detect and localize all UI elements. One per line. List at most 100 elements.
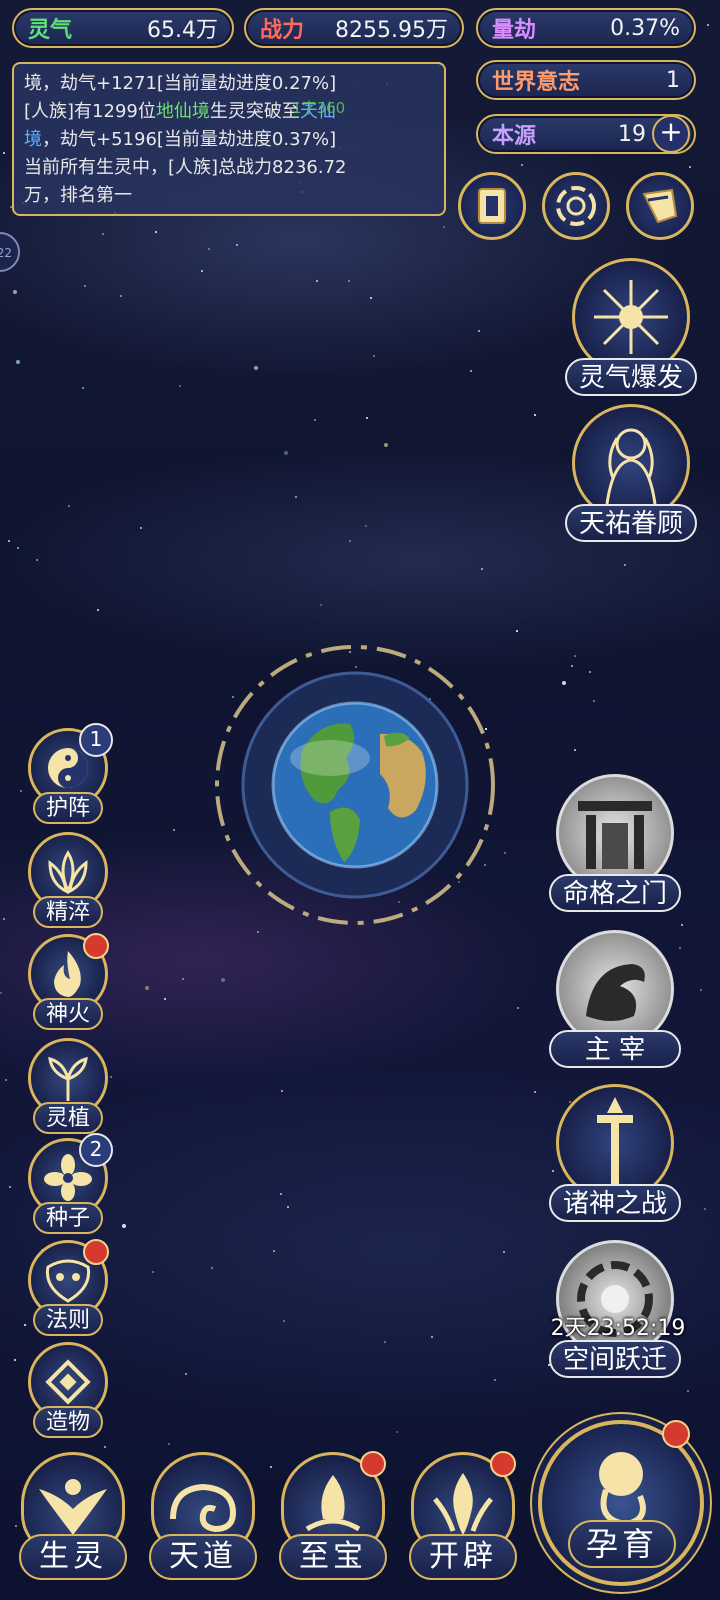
zhuzai-label: 主 宰 — [549, 1030, 681, 1068]
kongjian-yueqian-button[interactable]: 空间跃迁 — [540, 1240, 690, 1378]
log-text: 当前所有生灵中，[人族]总战力8236.72 — [24, 157, 347, 178]
log-text: [人族]有1299位 — [24, 101, 156, 122]
star — [3, 918, 5, 920]
benyuan-value: 19 — [618, 121, 646, 147]
star — [152, 1271, 154, 1273]
lingzhi-label: 灵植 — [33, 1102, 103, 1134]
log-line: 境，劫气+5196[当前量劫进度0.37%] — [24, 126, 434, 154]
mingge-zhimen-label: 命格之门 — [549, 874, 681, 912]
nav-tiandao[interactable]: 天道 — [144, 1452, 262, 1592]
star — [373, 355, 375, 357]
log-text: ，劫气+5196[当前量劫进度0.37%] — [42, 129, 337, 150]
tianyou-juangu-button[interactable]: 天祐眷顾 — [556, 404, 706, 542]
star — [704, 1208, 706, 1210]
star — [270, 1466, 272, 1468]
star — [273, 1250, 275, 1252]
log-text: 万，排名第一 — [24, 185, 132, 206]
star — [574, 749, 576, 751]
log-line: 万，排名第一 — [24, 182, 434, 210]
star — [97, 609, 99, 611]
star — [17, 547, 19, 549]
star — [8, 540, 10, 542]
count-badge: 2 — [79, 1133, 113, 1167]
star — [624, 564, 626, 566]
nav-kaipi[interactable]: 开辟 — [404, 1451, 522, 1592]
nav-kaipi-label: 开辟 — [409, 1534, 517, 1580]
star — [349, 540, 351, 542]
zhushen-zhizhan-button[interactable]: 诸神之战 — [540, 1084, 690, 1222]
star — [534, 414, 536, 416]
vortex-icon[interactable] — [542, 172, 610, 240]
faze-button[interactable]: 法则 — [22, 1239, 114, 1336]
star — [384, 1341, 386, 1343]
earth-planet[interactable] — [210, 640, 500, 930]
jingcui-button[interactable]: 精淬 — [22, 832, 114, 928]
side-tab[interactable]: 22 — [0, 232, 20, 272]
star — [562, 681, 566, 685]
star — [504, 852, 506, 854]
yunyu-button[interactable]: 孕育 — [538, 1420, 704, 1586]
star — [236, 244, 238, 246]
scroll-icon[interactable] — [626, 172, 694, 240]
embryo-icon — [599, 1452, 646, 1528]
lingqi-label: 灵气 — [28, 18, 73, 43]
mingge-zhimen-button[interactable]: 命格之门 — [540, 774, 690, 912]
star — [593, 700, 595, 702]
star — [396, 1431, 398, 1433]
star — [5, 1079, 7, 1081]
card-icon[interactable] — [458, 172, 526, 240]
huzhen-button[interactable]: 1 护阵 — [22, 723, 114, 824]
tianyou-juangu-label: 天祐眷顾 — [565, 504, 697, 542]
star — [589, 671, 591, 673]
star — [283, 1320, 285, 1322]
star — [431, 1336, 433, 1338]
shijie-yizhi-stat: 世界意志 1 — [476, 60, 696, 100]
star — [211, 1267, 213, 1269]
star — [295, 496, 297, 498]
liangjie-label: 量劫 — [492, 18, 537, 43]
log-line: 当前所有生灵中，[人族]总战力8236.72 — [24, 154, 434, 182]
star — [365, 525, 367, 527]
star — [122, 1224, 126, 1228]
event-log: 境，劫气+1271[当前量劫进度0.27%] [人族]有1299位地仙境生灵突破… — [12, 62, 446, 216]
star — [700, 989, 702, 991]
yunyu-label: 孕育 — [568, 1520, 676, 1568]
star — [503, 1251, 505, 1253]
zaowu-button[interactable]: 造物 — [22, 1342, 114, 1438]
star — [0, 992, 2, 994]
shenhuo-label: 神火 — [33, 998, 103, 1030]
lingqi-stat: 灵气 65.4万 — [12, 8, 234, 48]
notification-dot — [360, 1451, 386, 1477]
shijie-yizhi-label: 世界意志 — [492, 70, 581, 95]
faze-label: 法则 — [33, 1304, 103, 1336]
star — [3, 152, 5, 154]
shenhuo-button[interactable]: 神火 — [22, 933, 114, 1030]
star — [287, 1206, 289, 1208]
nav-zhibao[interactable]: 至宝 — [274, 1451, 392, 1592]
nav-shengling[interactable]: 生灵 — [14, 1452, 132, 1592]
star — [102, 233, 104, 235]
star — [179, 385, 181, 387]
nav-zhibao-label: 至宝 — [279, 1534, 387, 1580]
notification-dot — [490, 1451, 516, 1477]
star — [521, 164, 523, 166]
lingqi-baofa-button[interactable]: 灵气爆发 — [556, 258, 706, 396]
star — [517, 1007, 519, 1009]
star — [173, 829, 175, 831]
star — [120, 295, 122, 297]
zhongzi-button[interactable]: 2 种子 — [22, 1133, 114, 1234]
star — [384, 443, 388, 447]
realm-text: 地仙境 — [155, 101, 210, 122]
star — [689, 166, 691, 168]
star — [155, 231, 157, 233]
nav-shengling-label: 生灵 — [19, 1534, 127, 1580]
star — [221, 978, 225, 982]
plus-icon[interactable]: + — [652, 115, 690, 153]
star — [707, 24, 709, 26]
zhuzai-button[interactable]: 主 宰 — [540, 930, 690, 1068]
star — [9, 1186, 11, 1188]
lingzhi-button[interactable]: 灵植 — [22, 1038, 114, 1134]
countdown-timer: 2天23:52:19 — [550, 1316, 686, 1341]
kongjian-yueqian-label: 空间跃迁 — [549, 1340, 681, 1378]
log-text: 生灵突破至 — [209, 101, 300, 122]
